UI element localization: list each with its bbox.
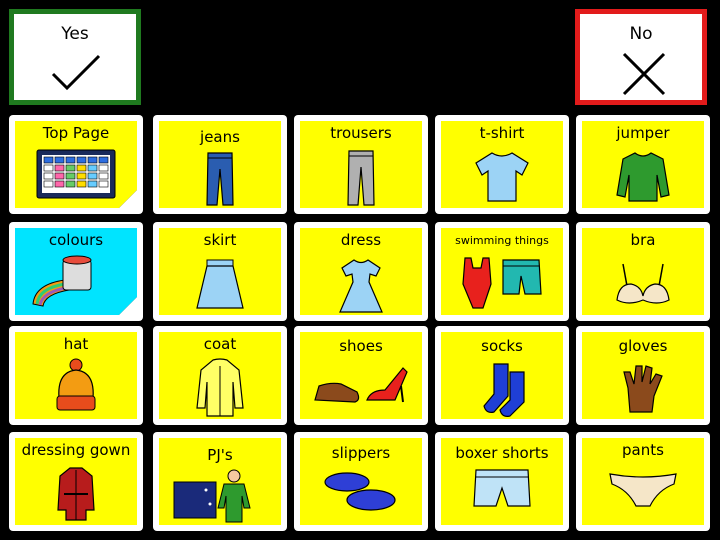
tile-label: colours	[48, 231, 104, 249]
tile-colours[interactable]: colours	[9, 222, 143, 321]
no-button[interactable]: No	[575, 9, 707, 105]
skirt-icon	[196, 259, 244, 309]
tile-coat[interactable]: coat	[153, 326, 287, 425]
yes-button[interactable]: Yes	[9, 9, 141, 105]
tile-label: shoes	[339, 337, 383, 355]
cross-icon	[622, 52, 666, 96]
dress-icon	[339, 259, 383, 313]
shoes-icon	[314, 367, 408, 403]
tile-label: skirt	[203, 231, 237, 249]
tile-label: dressing gown	[21, 441, 131, 459]
tile-jeans[interactable]: jeans	[153, 115, 287, 214]
socks-icon	[483, 363, 525, 417]
tile-pants[interactable]: pants	[576, 432, 710, 531]
pyjamas-icon	[173, 469, 251, 523]
boxer-shorts-icon	[473, 469, 531, 507]
tile-slippers[interactable]: slippers	[294, 432, 428, 531]
tile-label: socks	[481, 337, 523, 355]
hat-icon	[56, 358, 96, 411]
tile-label: coat	[203, 335, 237, 353]
tile-label: jumper	[616, 124, 670, 142]
jeans-icon	[206, 152, 234, 206]
tile-swimming-things[interactable]: swimming things	[435, 222, 569, 321]
swimwear-icon	[462, 257, 542, 309]
tile-shoes[interactable]: shoes	[294, 326, 428, 425]
pants-icon	[609, 473, 677, 507]
slippers-icon	[324, 472, 396, 511]
tile-top-page[interactable]: Top Page	[9, 115, 143, 214]
tile-dressing-gown[interactable]: dressing gown	[9, 432, 143, 531]
tile-label: swimming things	[455, 234, 549, 247]
tile-label: PJ's	[207, 446, 233, 464]
paint-bucket-icon	[32, 255, 92, 307]
no-label: No	[629, 24, 653, 44]
tile-gloves[interactable]: gloves	[576, 326, 710, 425]
tile-boxer-shorts[interactable]: boxer shorts	[435, 432, 569, 531]
tile-bra[interactable]: bra	[576, 222, 710, 321]
t-shirt-icon	[475, 152, 529, 202]
folded-corner-flap	[119, 190, 137, 208]
tile-label: jeans	[200, 128, 240, 146]
tile-socks[interactable]: socks	[435, 326, 569, 425]
tile-label: pants	[622, 441, 664, 459]
folded-corner-flap	[119, 297, 137, 315]
coat-icon	[196, 358, 244, 417]
tile-label: trousers	[330, 124, 392, 142]
tile-label: gloves	[618, 337, 668, 355]
tile-label: Top Page	[42, 124, 110, 142]
tile-label: bra	[630, 231, 656, 249]
tile-dress[interactable]: dress	[294, 222, 428, 321]
jumper-icon	[616, 152, 670, 202]
tile-trousers[interactable]: trousers	[294, 115, 428, 214]
gloves-icon	[623, 365, 663, 413]
tile-label: t-shirt	[479, 124, 525, 142]
checkmark-icon	[51, 54, 101, 91]
dressing-gown-icon	[57, 467, 95, 521]
tile-label: slippers	[331, 444, 391, 462]
tile-skirt[interactable]: skirt	[153, 222, 287, 321]
tile-jumper[interactable]: jumper	[576, 115, 710, 214]
tile-hat[interactable]: hat	[9, 326, 143, 425]
tile-pjs[interactable]: PJ's	[153, 432, 287, 531]
tile-label: boxer shorts	[455, 444, 549, 462]
yes-label: Yes	[61, 24, 89, 44]
tile-t-shirt[interactable]: t-shirt	[435, 115, 569, 214]
bra-icon	[616, 263, 670, 304]
trousers-icon	[347, 150, 375, 206]
grid-board-icon	[36, 149, 116, 199]
tile-label: dress	[340, 231, 382, 249]
tile-label: hat	[63, 335, 89, 353]
